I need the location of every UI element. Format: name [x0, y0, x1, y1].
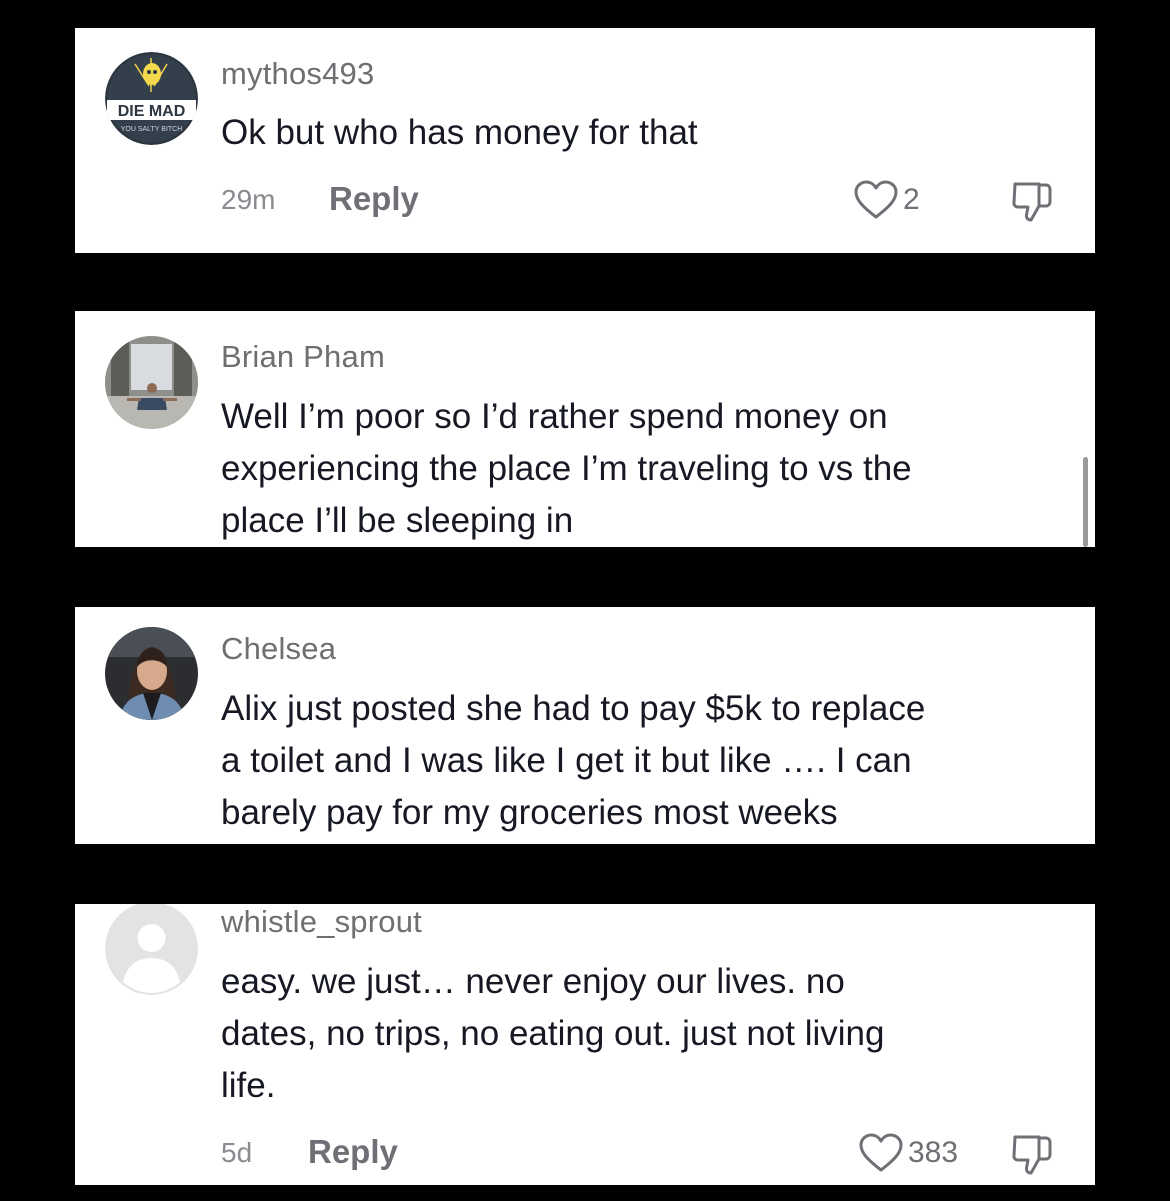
thumbs-down-icon: [1012, 182, 1052, 222]
comment-line: life.: [221, 1066, 276, 1105]
person-photo-avatar: [105, 336, 198, 429]
comment-card: Brian Pham Well I’m poor so I’d rather s…: [75, 311, 1095, 547]
avatar[interactable]: [105, 904, 198, 995]
like-count: 383: [908, 1136, 959, 1169]
comment-line: dates, no trips, no eating out. just not…: [221, 1014, 885, 1053]
svg-text:DIE MAD: DIE MAD: [118, 103, 186, 120]
username[interactable]: Chelsea: [221, 631, 336, 667]
like-button[interactable]: 383: [858, 1131, 958, 1175]
avatar[interactable]: DIE MAD YOU SALTY BITCH: [105, 52, 198, 145]
comment-line: Ok but who has money for that: [221, 113, 698, 152]
comment-text: Well I’m poor so I’d rather spend money …: [221, 391, 1081, 547]
timestamp: 5d: [221, 1137, 253, 1168]
thumbs-down-icon: [1012, 1135, 1052, 1175]
comment-text: Ok but who has money for that: [221, 107, 1081, 159]
reply-button[interactable]: Reply: [329, 180, 419, 218]
username[interactable]: Brian Pham: [221, 339, 385, 375]
comment-card: DIE MAD YOU SALTY BITCH mythos493 Ok but…: [75, 28, 1095, 253]
username[interactable]: whistle_sprout: [221, 904, 422, 940]
like-button[interactable]: 2: [853, 178, 920, 222]
username[interactable]: mythos493: [221, 56, 374, 92]
comment-line: Alix just posted she had to pay $5k to r…: [221, 689, 926, 728]
avatar[interactable]: [105, 627, 198, 720]
svg-text:YOU SALTY BITCH: YOU SALTY BITCH: [121, 126, 183, 133]
comment-card: whistle_sprout easy. we just… never enjo…: [75, 904, 1095, 1185]
comment-text: easy. we just… never enjoy our lives. no…: [221, 956, 1081, 1112]
comment-line: place I’ll be sleeping in: [221, 501, 574, 540]
heart-outline-icon: [854, 180, 898, 219]
comment-actions: 5d Reply 383: [221, 1131, 1055, 1175]
scrollbar[interactable]: [1083, 457, 1088, 547]
like-count: 2: [903, 183, 920, 216]
dislike-button[interactable]: [1009, 1131, 1055, 1177]
timestamp: 29m: [221, 184, 276, 215]
comment-actions: 29m Reply 2: [221, 178, 1055, 222]
dislike-button[interactable]: [1009, 178, 1055, 224]
comment-line: a toilet and I was like I get it but lik…: [221, 741, 912, 780]
person-photo-avatar: [105, 627, 198, 720]
reply-button[interactable]: Reply: [308, 1133, 398, 1171]
avatar[interactable]: [105, 336, 198, 429]
die-mad-logo-avatar: DIE MAD YOU SALTY BITCH: [105, 52, 198, 145]
comment-card: Chelsea Alix just posted she had to pay …: [75, 607, 1095, 844]
comment-line: barely pay for my groceries most weeks: [221, 793, 838, 832]
comment-line: easy. we just… never enjoy our lives. no: [221, 962, 845, 1001]
comment-line: Well I’m poor so I’d rather spend money …: [221, 397, 888, 436]
heart-outline-icon: [859, 1133, 903, 1172]
default-user-icon: [105, 904, 198, 995]
comment-line: experiencing the place I’m traveling to …: [221, 449, 912, 488]
comment-text: Alix just posted she had to pay $5k to r…: [221, 683, 1081, 839]
